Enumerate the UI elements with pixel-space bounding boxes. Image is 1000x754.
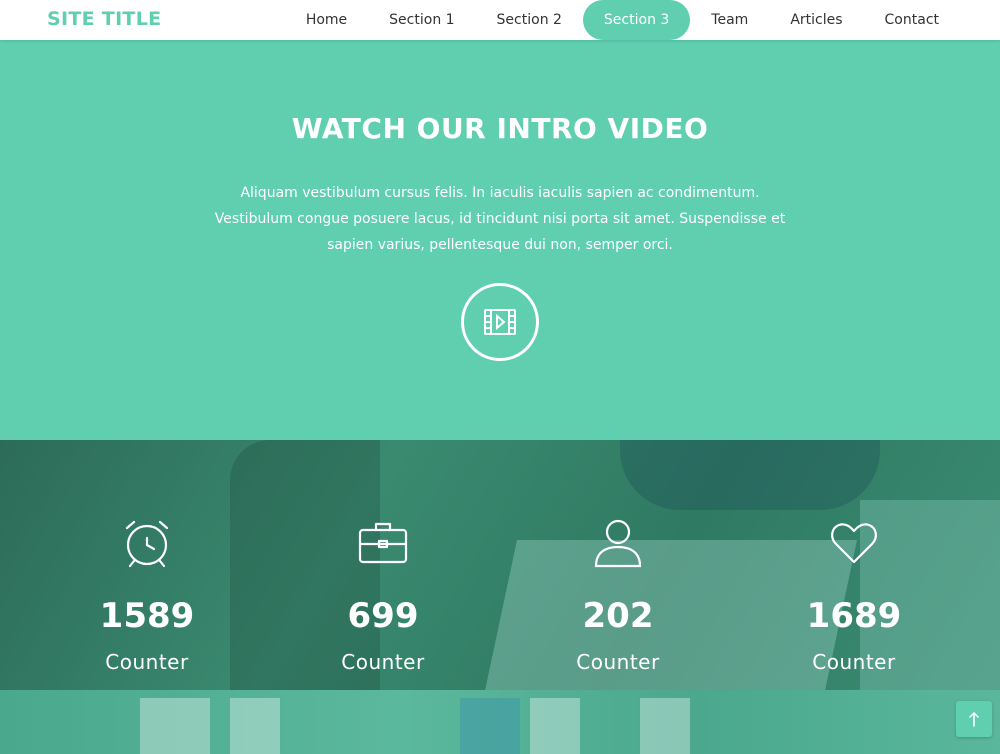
nav-section-1[interactable]: Section 1 xyxy=(368,0,475,40)
main-menu: Home Section 1 Section 2 Section 3 Team … xyxy=(285,0,960,40)
counter-1: 1589 Counter xyxy=(29,440,265,690)
counter-label: Counter xyxy=(341,650,425,674)
nav-section-2[interactable]: Section 2 xyxy=(476,0,583,40)
briefcase-icon xyxy=(358,522,408,564)
video-play-button[interactable] xyxy=(461,283,539,361)
counters-section: 1589 Counter 699 Counter 202 Counter 168… xyxy=(0,440,1000,690)
intro-section: WATCH OUR INTRO VIDEO Aliquam vestibulum… xyxy=(0,40,1000,440)
navbar: SITE TITLE Home Section 1 Section 2 Sect… xyxy=(0,0,1000,40)
scroll-to-top-button[interactable] xyxy=(956,701,992,737)
nav-articles[interactable]: Articles xyxy=(769,0,863,40)
counter-label: Counter xyxy=(576,650,660,674)
counter-label: Counter xyxy=(105,650,189,674)
nav-team[interactable]: Team xyxy=(690,0,769,40)
user-icon xyxy=(594,519,642,568)
counter-4: 1689 Counter xyxy=(736,440,972,690)
nav-section-3[interactable]: Section 3 xyxy=(582,0,691,40)
counter-3: 202 Counter xyxy=(500,440,736,690)
nav-contact[interactable]: Contact xyxy=(864,0,960,40)
decorative-card xyxy=(640,698,690,754)
decorative-card xyxy=(230,698,280,754)
decorative-card xyxy=(460,698,520,754)
intro-heading: WATCH OUR INTRO VIDEO xyxy=(291,112,709,145)
video-play-icon xyxy=(484,309,516,335)
intro-text: Aliquam vestibulum cursus felis. In iacu… xyxy=(214,185,786,253)
arrow-up-icon xyxy=(969,711,979,727)
next-section-background xyxy=(0,690,1000,754)
decorative-card xyxy=(140,698,210,754)
alarm-clock-icon xyxy=(125,520,169,568)
counter-value: 699 xyxy=(347,596,419,636)
nav-home[interactable]: Home xyxy=(285,0,368,40)
counter-value: 1689 xyxy=(806,596,902,636)
counter-value: 1589 xyxy=(99,596,195,636)
site-title[interactable]: SITE TITLE xyxy=(47,8,161,30)
counter-label: Counter xyxy=(812,650,896,674)
counter-2: 699 Counter xyxy=(265,440,501,690)
decorative-card xyxy=(530,698,580,754)
heart-icon xyxy=(831,523,877,564)
counter-value: 202 xyxy=(582,596,654,636)
